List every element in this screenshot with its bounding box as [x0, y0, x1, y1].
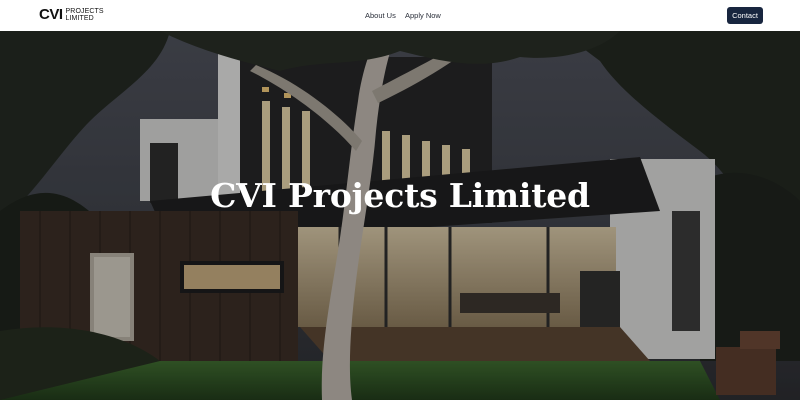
logo-mark: CVI — [39, 6, 63, 23]
nav-item-about: About Us — [365, 0, 396, 31]
logo-line-1: PROJECTS — [65, 8, 104, 15]
nav-link-apply-now[interactable]: Apply Now — [405, 11, 441, 20]
hero-title: CVI Projects Limited — [210, 176, 590, 215]
hero-section: CVI Projects Limited — [0, 31, 800, 400]
hero-overlay — [0, 31, 800, 400]
nav-item-apply: Apply Now — [405, 0, 441, 31]
contact-button[interactable]: Contact — [727, 7, 763, 24]
site-logo[interactable]: CVI PROJECTS LIMITED — [39, 6, 104, 24]
logo-subtitle: PROJECTS LIMITED — [66, 8, 104, 22]
logo-line-2: LIMITED — [65, 15, 94, 22]
nav-link-about-us[interactable]: About Us — [365, 11, 396, 20]
site-header: CVI PROJECTS LIMITED About Us Apply Now … — [0, 0, 800, 31]
